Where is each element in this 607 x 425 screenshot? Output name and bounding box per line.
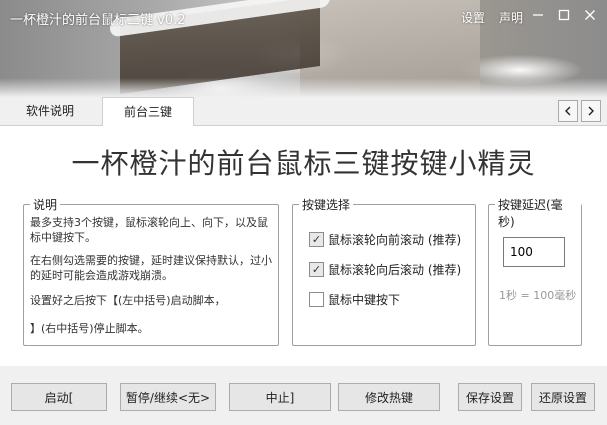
page-title: 一杯橙汁的前台鼠标三键按键小精灵 <box>71 147 536 180</box>
description-title: 说明 <box>30 196 61 213</box>
wheel-backward-checkbox[interactable]: ✓ <box>309 262 324 277</box>
description-paragraph-4: 】(右中括号)停止脚本。 <box>30 322 149 335</box>
middle-click-option[interactable]: 鼠标中键按下 <box>309 291 400 308</box>
close-icon <box>585 10 595 20</box>
wheel-backward-label: 鼠标滚轮向后滚动 (推荐) <box>328 263 462 277</box>
pause-resume-button[interactable]: 暂停/继续<无> <box>120 383 216 411</box>
title-banner: 一杯橙汁的前台鼠标三键 v0.2 设置 声明 <box>0 0 607 97</box>
settings-link[interactable]: 设置 <box>461 9 485 26</box>
tab-scroll-right-button[interactable] <box>581 100 601 122</box>
chevron-right-icon <box>588 106 594 116</box>
key-delay-title: 按键延迟(毫秒) <box>495 196 581 230</box>
main-panel: 一杯橙汁的前台鼠标三键按键小精灵 说明 最多支持3个按键，鼠标滚轮向上、向下，以… <box>0 126 607 366</box>
key-select-group: 按键选择 ✓ 鼠标滚轮向前滚动 (推荐) ✓ 鼠标滚轮向后滚动 (推荐) 鼠标中… <box>292 196 476 346</box>
minimize-icon <box>533 14 543 16</box>
tab-foreground-three-keys[interactable]: 前台三键 <box>102 97 194 127</box>
key-delay-group: 按键延迟(毫秒) 1秒 = 100毫秒 <box>488 196 582 346</box>
wheel-forward-checkbox[interactable]: ✓ <box>309 232 324 247</box>
change-hotkey-button[interactable]: 修改热键 <box>338 383 440 411</box>
stop-button[interactable]: 中止] <box>229 383 331 411</box>
wheel-forward-label: 鼠标滚轮向前滚动 (推荐) <box>328 233 462 247</box>
tab-software-info[interactable]: 软件说明 <box>8 97 92 125</box>
close-button[interactable] <box>577 4 603 26</box>
middle-click-checkbox[interactable] <box>309 292 324 307</box>
save-settings-button[interactable]: 保存设置 <box>458 383 522 411</box>
window-title: 一杯橙汁的前台鼠标三键 v0.2 <box>10 13 186 28</box>
minimize-button[interactable] <box>525 4 551 26</box>
description-paragraph-2: 在右侧勾选需要的按键，延时建议保持默认，过小的延时可能会造成游戏崩溃。 <box>30 254 272 282</box>
description-group: 说明 最多支持3个按键，鼠标滚轮向上、向下，以及鼠标中键按下。 在右侧勾选需要的… <box>23 196 279 346</box>
maximize-icon <box>558 9 570 21</box>
tab-bar: 软件说明 前台三键 <box>0 97 607 127</box>
chevron-left-icon <box>565 106 571 116</box>
bottom-button-bar: 启动[ 暂停/继续<无> 中止] 修改热键 保存设置 还原设置 <box>0 366 607 425</box>
wheel-forward-option[interactable]: ✓ 鼠标滚轮向前滚动 (推荐) <box>309 231 461 248</box>
top-links: 设置 声明 <box>461 9 523 26</box>
maximize-button[interactable] <box>551 4 577 26</box>
description-paragraph-3: 设置好之后按下【(左中括号)启动脚本， <box>30 294 226 307</box>
middle-click-label: 鼠标中键按下 <box>328 293 401 307</box>
tab-scroll-left-button[interactable] <box>558 100 578 122</box>
wheel-backward-option[interactable]: ✓ 鼠标滚轮向后滚动 (推荐) <box>309 261 461 278</box>
key-select-title: 按键选择 <box>299 196 354 213</box>
key-delay-input[interactable] <box>503 237 565 267</box>
key-delay-note: 1秒 = 100毫秒 <box>499 289 577 302</box>
window-controls <box>525 4 603 26</box>
banner-photo-snowline <box>0 78 607 97</box>
restore-settings-button[interactable]: 还原设置 <box>531 383 595 411</box>
about-link[interactable]: 声明 <box>499 9 523 26</box>
description-paragraph-1: 最多支持3个按键，鼠标滚轮向上、向下，以及鼠标中键按下。 <box>30 216 268 244</box>
start-button[interactable]: 启动[ <box>11 383 107 411</box>
